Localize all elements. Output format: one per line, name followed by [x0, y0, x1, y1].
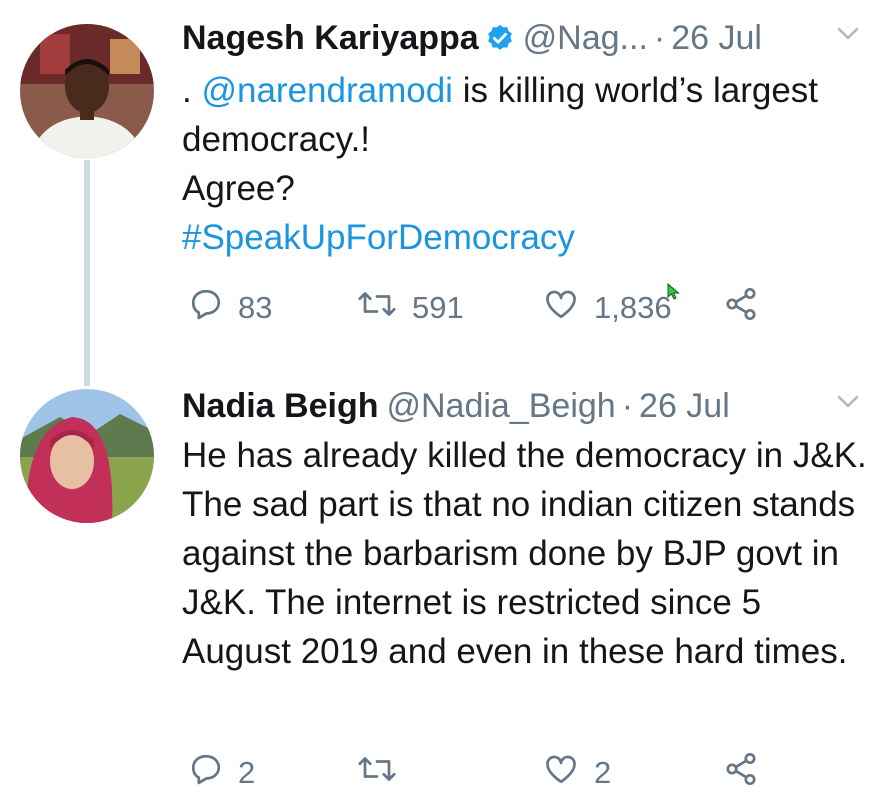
tweet-timestamp[interactable]: 26 Jul — [671, 19, 762, 58]
tweet-header: Nadia Beigh @Nadia_Beigh · 26 Jul — [182, 382, 865, 430]
like-count: 1,836 — [594, 290, 672, 325]
verified-badge-icon — [485, 23, 515, 53]
tweet-actions: 2 2 — [182, 748, 782, 798]
tweet-header: Nagesh Kariyappa @Nag... · 26 Jul — [182, 14, 865, 62]
reply-count: 2 — [238, 755, 256, 790]
reply-button[interactable]: 2 — [188, 748, 255, 798]
author-handle[interactable]: @Nag... — [523, 19, 648, 58]
avatar-nadia[interactable] — [20, 389, 154, 523]
reply-icon — [188, 286, 224, 330]
tweet-timestamp[interactable]: 26 Jul — [639, 387, 730, 426]
chevron-down-icon[interactable] — [833, 18, 863, 57]
hashtag-link[interactable]: #SpeakUpForDemocracy — [182, 213, 867, 262]
tweet-1[interactable]: Nagesh Kariyappa @Nag... · 26 Jul . @nar… — [0, 0, 885, 386]
tweet-text: . @narendramodi is killing world’s large… — [182, 66, 867, 262]
author-name[interactable]: Nagesh Kariyappa — [182, 19, 479, 58]
chevron-down-icon[interactable] — [833, 386, 863, 425]
retweet-button[interactable]: 591 — [356, 283, 464, 333]
avatar-nagesh[interactable] — [20, 24, 154, 158]
mention-link[interactable]: @narendramodi — [201, 71, 453, 110]
like-icon — [542, 751, 580, 795]
tweet-2[interactable]: Nadia Beigh @Nadia_Beigh · 26 Jul He has… — [0, 385, 885, 811]
text-line-agree: Agree? — [182, 169, 295, 208]
tweet-text: He has already killed the democracy in J… — [182, 436, 867, 671]
share-button[interactable] — [722, 748, 760, 798]
like-button[interactable]: 2 — [542, 748, 611, 798]
retweet-icon — [356, 286, 398, 330]
author-name[interactable]: Nadia Beigh — [182, 387, 378, 426]
separator-dot: · — [653, 18, 666, 57]
like-button[interactable]: 1,836 — [542, 283, 672, 333]
tweet-actions: 83 591 1,836 — [182, 283, 782, 333]
reply-count: 83 — [238, 290, 273, 325]
text-prefix: . — [182, 71, 192, 110]
like-count: 2 — [594, 755, 612, 790]
reply-icon — [188, 751, 224, 795]
retweet-button[interactable] — [356, 748, 412, 798]
author-handle[interactable]: @Nadia_Beigh — [386, 387, 615, 426]
mouse-cursor-icon — [667, 282, 681, 306]
share-button[interactable] — [722, 283, 760, 333]
share-icon — [722, 751, 760, 795]
retweet-icon — [356, 751, 398, 795]
like-icon — [542, 286, 580, 330]
thread-line — [84, 160, 90, 386]
retweet-count: 591 — [412, 290, 464, 325]
reply-button[interactable]: 83 — [188, 283, 272, 333]
share-icon — [722, 286, 760, 330]
separator-dot: · — [621, 386, 634, 425]
